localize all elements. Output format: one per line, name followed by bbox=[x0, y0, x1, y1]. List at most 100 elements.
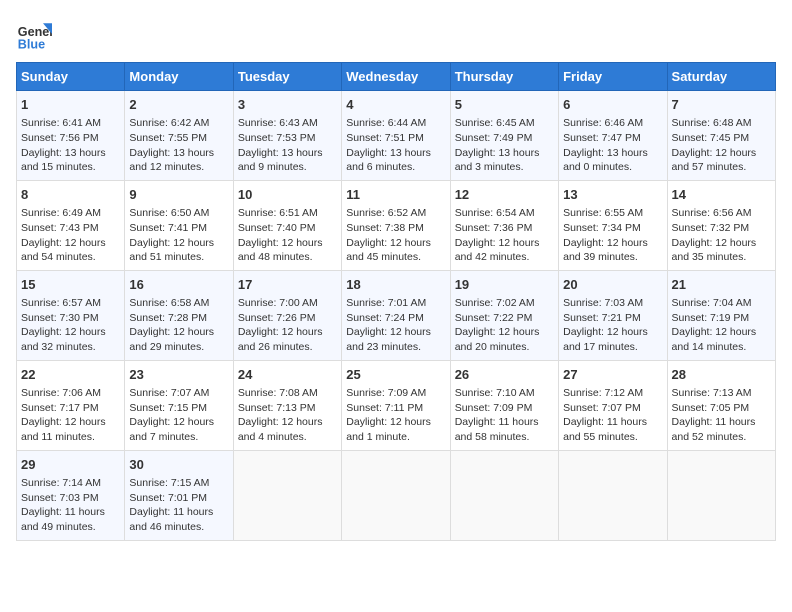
column-header-thursday: Thursday bbox=[450, 63, 558, 91]
day-info-line: and 4 minutes. bbox=[238, 430, 337, 445]
day-info-line: and 49 minutes. bbox=[21, 520, 120, 535]
day-number: 13 bbox=[563, 186, 662, 204]
day-info-line: Daylight: 12 hours bbox=[563, 325, 662, 340]
day-number: 4 bbox=[346, 96, 445, 114]
day-info-line: Sunset: 7:34 PM bbox=[563, 221, 662, 236]
day-info-line: and 3 minutes. bbox=[455, 160, 554, 175]
day-info-line: Sunrise: 6:41 AM bbox=[21, 116, 120, 131]
day-info-line: Sunrise: 7:03 AM bbox=[563, 296, 662, 311]
day-info-line: and 20 minutes. bbox=[455, 340, 554, 355]
day-info-line: Daylight: 12 hours bbox=[238, 325, 337, 340]
day-info-line: and 29 minutes. bbox=[129, 340, 228, 355]
day-info-line: Sunrise: 6:55 AM bbox=[563, 206, 662, 221]
calendar-cell: 8Sunrise: 6:49 AMSunset: 7:43 PMDaylight… bbox=[17, 180, 125, 270]
day-info-line: Daylight: 12 hours bbox=[455, 325, 554, 340]
calendar-cell: 16 Sunrise: 6:58 AMSunset: 7:28 PMDayligh… bbox=[125, 270, 233, 360]
column-header-tuesday: Tuesday bbox=[233, 63, 341, 91]
day-info-line: and 26 minutes. bbox=[238, 340, 337, 355]
day-info-line: Sunset: 7:36 PM bbox=[455, 221, 554, 236]
day-info-line: Sunset: 7:49 PM bbox=[455, 131, 554, 146]
day-info-line: Sunrise: 7:08 AM bbox=[238, 386, 337, 401]
calendar-cell: 24 Sunrise: 7:08 AMSunset: 7:13 PMDayligh… bbox=[233, 360, 341, 450]
day-number: 29 bbox=[21, 456, 120, 474]
day-info-line: Sunrise: 6:44 AM bbox=[346, 116, 445, 131]
calendar-cell: 6Sunrise: 6:46 AMSunset: 7:47 PMDaylight… bbox=[559, 91, 667, 181]
day-info-line: Sunset: 7:51 PM bbox=[346, 131, 445, 146]
calendar-week-row: 22Sunrise: 7:06 AMSunset: 7:17 PMDayligh… bbox=[17, 360, 776, 450]
day-info-line: Daylight: 12 hours bbox=[129, 236, 228, 251]
day-info-line: Daylight: 12 hours bbox=[238, 415, 337, 430]
calendar-cell: 1 Sunrise: 6:41 AMSunset: 7:56 PMDaylight… bbox=[17, 91, 125, 181]
day-number: 1 bbox=[21, 96, 120, 114]
day-info-line: and 23 minutes. bbox=[346, 340, 445, 355]
day-info-line: and 14 minutes. bbox=[672, 340, 771, 355]
day-info-line: Daylight: 12 hours bbox=[346, 415, 445, 430]
day-info-line: Sunrise: 6:52 AM bbox=[346, 206, 445, 221]
calendar-cell: 15Sunrise: 6:57 AMSunset: 7:30 PMDayligh… bbox=[17, 270, 125, 360]
day-info-line: Sunrise: 6:51 AM bbox=[238, 206, 337, 221]
day-info-line: and 46 minutes. bbox=[129, 520, 228, 535]
calendar-cell: 23Sunrise: 7:07 AMSunset: 7:15 PMDayligh… bbox=[125, 360, 233, 450]
day-number: 2 bbox=[129, 96, 228, 114]
day-info-line: Daylight: 12 hours bbox=[672, 325, 771, 340]
day-info-line: Sunrise: 6:50 AM bbox=[129, 206, 228, 221]
day-info-line: Sunrise: 7:15 AM bbox=[129, 476, 228, 491]
day-info-line: and 54 minutes. bbox=[21, 250, 120, 265]
day-info-line: and 6 minutes. bbox=[346, 160, 445, 175]
day-info-line: Sunset: 7:13 PM bbox=[238, 401, 337, 416]
calendar-cell: 13Sunrise: 6:55 AMSunset: 7:34 PMDayligh… bbox=[559, 180, 667, 270]
day-number: 19 bbox=[455, 276, 554, 294]
calendar-cell: 12Sunrise: 6:54 AMSunset: 7:36 PMDayligh… bbox=[450, 180, 558, 270]
day-info-line: Sunset: 7:09 PM bbox=[455, 401, 554, 416]
calendar-cell: 18Sunrise: 7:01 AMSunset: 7:24 PMDayligh… bbox=[342, 270, 450, 360]
day-info-line: Sunset: 7:55 PM bbox=[129, 131, 228, 146]
logo: General Blue bbox=[16, 16, 52, 52]
day-info-line: and 55 minutes. bbox=[563, 430, 662, 445]
day-info-line: Sunset: 7:11 PM bbox=[346, 401, 445, 416]
day-info-line: Sunset: 7:47 PM bbox=[563, 131, 662, 146]
day-info-line: and 58 minutes. bbox=[455, 430, 554, 445]
day-info-line: Daylight: 12 hours bbox=[21, 415, 120, 430]
calendar-week-row: 29Sunrise: 7:14 AMSunset: 7:03 PMDayligh… bbox=[17, 450, 776, 540]
day-info-line: Sunset: 7:07 PM bbox=[563, 401, 662, 416]
day-number: 17 bbox=[238, 276, 337, 294]
day-number: 9 bbox=[129, 186, 228, 204]
day-info-line: Sunset: 7:41 PM bbox=[129, 221, 228, 236]
day-info-line: Sunset: 7:45 PM bbox=[672, 131, 771, 146]
day-info-line: Sunset: 7:56 PM bbox=[21, 131, 120, 146]
day-number: 23 bbox=[129, 366, 228, 384]
day-info-line: Daylight: 12 hours bbox=[129, 325, 228, 340]
calendar-cell: 28Sunrise: 7:13 AMSunset: 7:05 PMDayligh… bbox=[667, 360, 775, 450]
day-number: 15 bbox=[21, 276, 120, 294]
day-info-line: Sunrise: 7:14 AM bbox=[21, 476, 120, 491]
column-header-sunday: Sunday bbox=[17, 63, 125, 91]
calendar-cell: 9 Sunrise: 6:50 AMSunset: 7:41 PMDaylight… bbox=[125, 180, 233, 270]
day-info-line: Sunset: 7:28 PM bbox=[129, 311, 228, 326]
day-number: 8 bbox=[21, 186, 120, 204]
day-info-line: Sunset: 7:19 PM bbox=[672, 311, 771, 326]
calendar-cell: 14Sunrise: 6:56 AMSunset: 7:32 PMDayligh… bbox=[667, 180, 775, 270]
day-info-line: and 42 minutes. bbox=[455, 250, 554, 265]
day-info-line: Daylight: 12 hours bbox=[21, 236, 120, 251]
day-number: 11 bbox=[346, 186, 445, 204]
day-info-line: Sunrise: 6:58 AM bbox=[129, 296, 228, 311]
day-info-line: Sunrise: 7:01 AM bbox=[346, 296, 445, 311]
day-info-line: Sunrise: 6:43 AM bbox=[238, 116, 337, 131]
day-info-line: and 15 minutes. bbox=[21, 160, 120, 175]
day-number: 24 bbox=[238, 366, 337, 384]
day-number: 28 bbox=[672, 366, 771, 384]
day-number: 5 bbox=[455, 96, 554, 114]
day-info-line: Daylight: 13 hours bbox=[21, 146, 120, 161]
day-info-line: Sunset: 7:32 PM bbox=[672, 221, 771, 236]
day-number: 16 bbox=[129, 276, 228, 294]
day-number: 18 bbox=[346, 276, 445, 294]
calendar-cell: 29Sunrise: 7:14 AMSunset: 7:03 PMDayligh… bbox=[17, 450, 125, 540]
day-info-line: and 35 minutes. bbox=[672, 250, 771, 265]
column-header-wednesday: Wednesday bbox=[342, 63, 450, 91]
day-info-line: Sunrise: 7:02 AM bbox=[455, 296, 554, 311]
day-info-line: Sunrise: 7:13 AM bbox=[672, 386, 771, 401]
day-info-line: Daylight: 12 hours bbox=[21, 325, 120, 340]
column-header-saturday: Saturday bbox=[667, 63, 775, 91]
day-info-line: Daylight: 12 hours bbox=[346, 236, 445, 251]
calendar-header-row: SundayMondayTuesdayWednesdayThursdayFrid… bbox=[17, 63, 776, 91]
